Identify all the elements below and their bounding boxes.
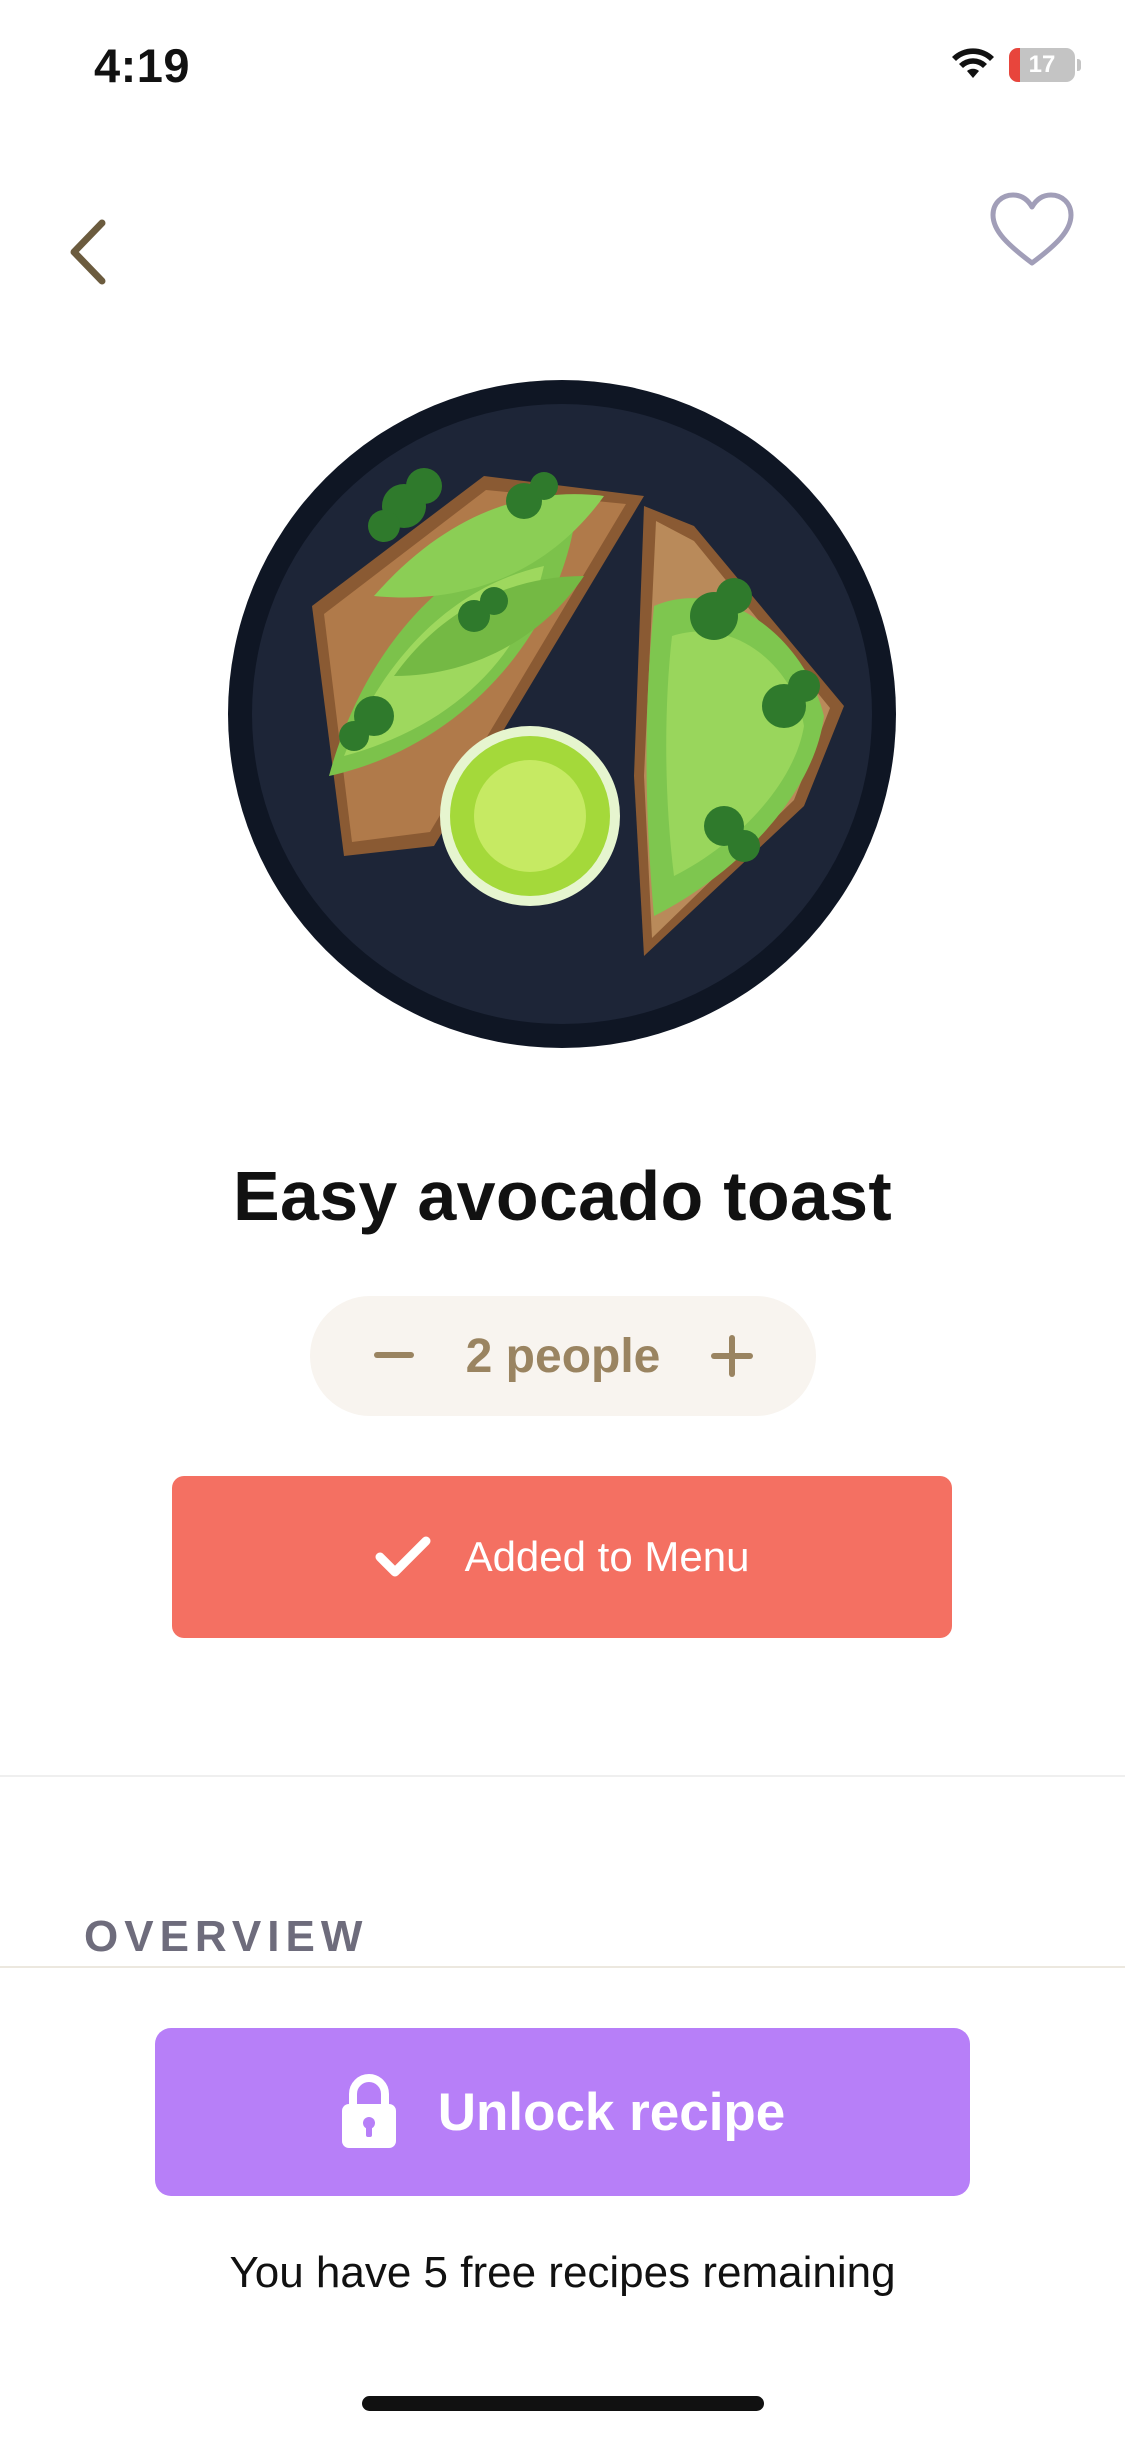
increase-servings-button[interactable]: [702, 1326, 762, 1386]
status-icons: 17: [951, 48, 1081, 82]
servings-stepper: 2 people: [310, 1296, 816, 1416]
home-indicator[interactable]: [362, 2396, 764, 2411]
favorite-button[interactable]: [986, 188, 1078, 272]
added-to-menu-label: Added to Menu: [464, 1533, 750, 1580]
heart-outline-icon: [990, 192, 1074, 266]
battery-cap: [1077, 59, 1081, 71]
plus-icon: [711, 1335, 753, 1377]
unlock-recipe-label: Unlock recipe: [437, 2082, 786, 2142]
servings-label: 2 people: [465, 1329, 661, 1383]
chevron-left-icon: [70, 219, 106, 285]
wifi-icon: [952, 48, 994, 78]
back-button[interactable]: [58, 212, 118, 292]
unlock-recipe-button[interactable]: Unlock recipe: [155, 2028, 970, 2196]
recipe-image: [228, 380, 896, 1048]
added-to-menu-button[interactable]: Added to Menu: [172, 1476, 952, 1638]
free-recipes-remaining: You have 5 free recipes remaining: [229, 2248, 896, 2297]
overview-heading: OVERVIEW: [84, 1912, 369, 1961]
decrease-servings-button[interactable]: [364, 1326, 424, 1386]
minus-icon: [374, 1352, 414, 1358]
section-divider: [0, 1775, 1125, 1777]
lock-icon: [341, 2074, 396, 2148]
status-time: 4:19: [94, 39, 191, 92]
battery-icon: 17: [1009, 48, 1075, 82]
checkmark-icon: [375, 1536, 431, 1577]
battery-percent: 17: [1028, 51, 1056, 78]
battery-level: [1009, 48, 1021, 82]
recipe-title: Easy avocado toast: [232, 1157, 893, 1235]
